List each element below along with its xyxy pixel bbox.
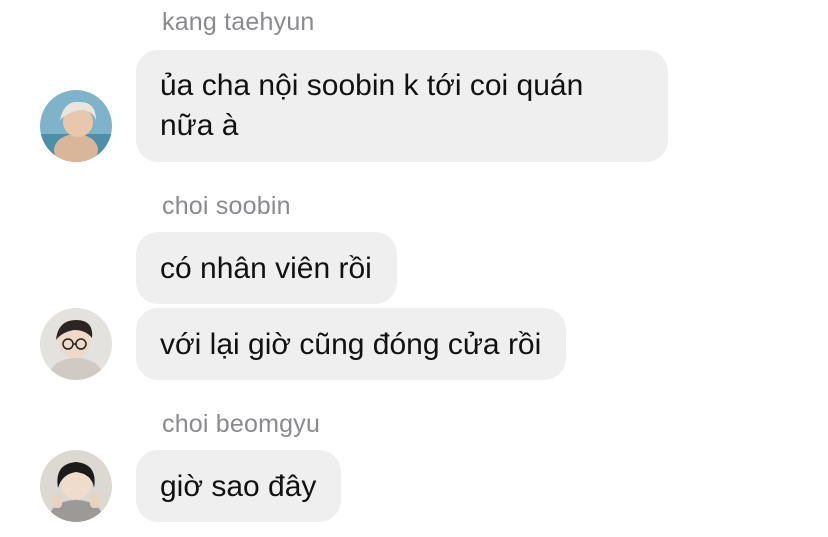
avatar-choi-beomgyu[interactable] — [40, 450, 112, 522]
message-bubble[interactable]: giờ sao đây — [136, 450, 342, 522]
avatar-choi-soobin[interactable] — [40, 308, 112, 380]
message-text: ủa cha nội soobin k tới coi quán nữa à — [160, 69, 584, 142]
message-text: giờ sao đây — [160, 470, 317, 503]
message-text: với lại giờ cũng đóng cửa rồi — [160, 328, 542, 361]
sender-name: choi beomgyu — [162, 410, 321, 438]
sender-name: kang taehyun — [162, 8, 315, 36]
message-bubble[interactable]: với lại giờ cũng đóng cửa rồi — [136, 308, 567, 380]
profile-photo-icon — [40, 450, 112, 522]
sender-name: choi soobin — [162, 192, 291, 220]
profile-photo-icon — [40, 308, 112, 380]
message-bubble[interactable]: ủa cha nội soobin k tới coi quán nữa à — [136, 50, 668, 162]
avatar-kang-taehyun[interactable] — [40, 90, 112, 162]
message-text: có nhân viên rồi — [160, 252, 372, 285]
profile-photo-icon — [40, 90, 112, 162]
message-bubble[interactable]: có nhân viên rồi — [136, 232, 397, 304]
